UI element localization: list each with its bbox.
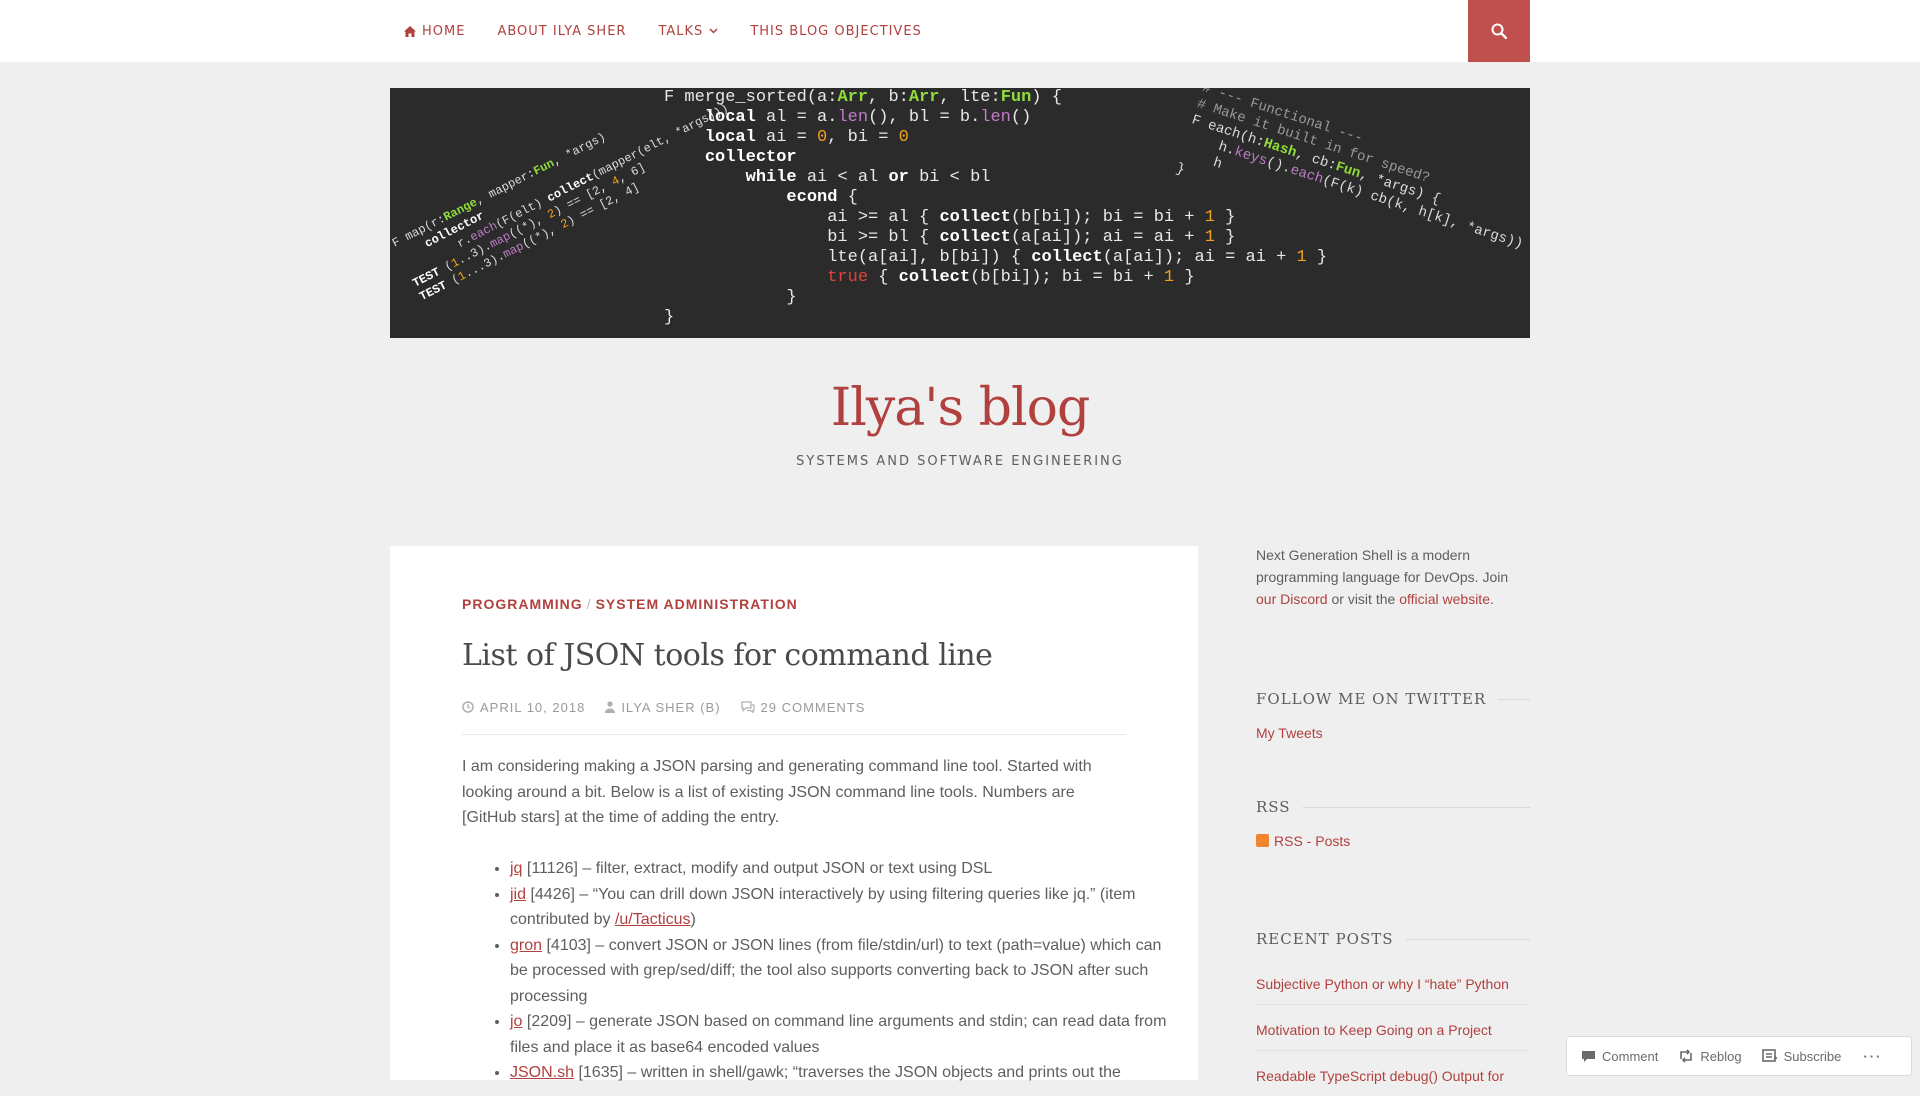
post-meta: APRIL 10, 2018 ILYA SHER (B) 29 COMMENTS [462, 700, 1126, 735]
tool-link-jo[interactable]: jo [510, 1013, 522, 1030]
list-item: JSON.sh [1635] – written in shell/gawk; … [510, 1060, 1174, 1086]
tool-link-jid[interactable]: jid [510, 886, 526, 903]
recent-post-link[interactable]: Subjective Python or why I “hate” Python [1256, 964, 1530, 1005]
post-author[interactable]: ILYA SHER (B) [605, 700, 720, 734]
post-comments[interactable]: 29 COMMENTS [740, 700, 866, 734]
reblog-icon [1680, 1049, 1693, 1063]
rss-posts-link[interactable]: RSS - Posts [1256, 833, 1350, 849]
comment-button[interactable]: Comment [1567, 1049, 1668, 1064]
search-icon [1491, 23, 1507, 39]
tool-link-jq[interactable]: jq [510, 860, 522, 877]
list-item: jid [4426] – “You can drill down JSON in… [510, 882, 1174, 933]
rss-widget-title: RSS [1256, 798, 1530, 816]
nav-about[interactable]: ABOUT ILYA SHER [497, 24, 626, 39]
site-title-link[interactable]: Ilya's blog [831, 378, 1091, 438]
recent-posts-title: RECENT POSTS [1256, 930, 1530, 948]
twitter-widget-title: FOLLOW ME ON TWITTER [1256, 690, 1530, 708]
my-tweets-link[interactable]: My Tweets [1256, 725, 1323, 741]
search-button[interactable] [1468, 0, 1530, 62]
nav-home-label: HOME [422, 23, 466, 39]
category-separator: / [586, 596, 592, 612]
official-website-link[interactable]: official website [1399, 591, 1490, 607]
json-tools-list: jq [11126] – filter, extract, modify and… [462, 856, 1174, 1086]
home-icon [404, 25, 416, 37]
post-categories: PROGRAMMING / SYSTEM ADMINISTRATION [462, 596, 798, 612]
nav-blog-objectives[interactable]: THIS BLOG OBJECTIVES [750, 24, 921, 39]
subscribe-button[interactable]: Subscribe [1752, 1049, 1852, 1064]
nav-blog-objectives-label: THIS BLOG OBJECTIVES [750, 23, 922, 39]
list-item: gron [4103] – convert JSON or JSON lines… [510, 933, 1174, 1010]
reblog-button[interactable]: Reblog [1668, 1049, 1751, 1064]
more-options-button[interactable]: ··· [1851, 1049, 1894, 1064]
post-title[interactable]: List of JSON tools for command line [462, 638, 993, 673]
post-date[interactable]: APRIL 10, 2018 [462, 700, 585, 734]
list-item: jq [11126] – filter, extract, modify and… [510, 856, 1174, 882]
chevron-down-icon [709, 28, 718, 34]
user-icon [605, 701, 616, 713]
ngs-promo-text: Next Generation Shell is a modern progra… [1256, 547, 1509, 607]
tool-link-json-sh[interactable]: JSON.sh [510, 1064, 574, 1081]
list-item: jo [2209] – generate JSON based on comma… [510, 1009, 1174, 1060]
recent-post-link[interactable]: Readable TypeScript debug() Output for [1256, 1056, 1530, 1096]
tool-link-gron[interactable]: gron [510, 937, 542, 954]
site-title[interactable]: Ilya's blog [0, 378, 1920, 438]
contributor-link[interactable]: /u/Tacticus [615, 911, 691, 928]
nav-talks[interactable]: TALKS [658, 24, 718, 39]
nav-talks-label: TALKS [658, 23, 704, 39]
recent-post-link[interactable]: Motivation to Keep Going on a Project [1256, 1010, 1530, 1051]
post-intro: I am considering making a JSON parsing a… [462, 758, 1092, 826]
discord-link[interactable]: our Discord [1256, 591, 1328, 607]
rss-icon [1256, 834, 1269, 847]
subscribe-icon [1761, 1049, 1777, 1062]
comments-icon [740, 701, 755, 714]
category-system-administration[interactable]: SYSTEM ADMINISTRATION [596, 596, 798, 612]
site-tagline: SYSTEMS AND SOFTWARE ENGINEERING [796, 454, 1124, 469]
comment-icon [1582, 1050, 1595, 1062]
main-menu: HOME ABOUT ILYA SHER TALKS THIS BLOG OBJ… [390, 0, 938, 62]
header-image: F map(r:Range, mapper:Fun, *args) collec… [390, 88, 1530, 338]
top-navigation-bar: HOME ABOUT ILYA SHER TALKS THIS BLOG OBJ… [0, 0, 1920, 62]
article-card: PROGRAMMING / SYSTEM ADMINISTRATION List o… [390, 546, 1198, 1081]
clock-icon [462, 701, 474, 713]
category-programming[interactable]: PROGRAMMING [462, 596, 583, 612]
nav-home[interactable]: HOME [404, 24, 465, 39]
nav-about-label: ABOUT ILYA SHER [497, 23, 627, 39]
action-bar: Comment Reblog Subscribe ··· [1566, 1036, 1912, 1076]
